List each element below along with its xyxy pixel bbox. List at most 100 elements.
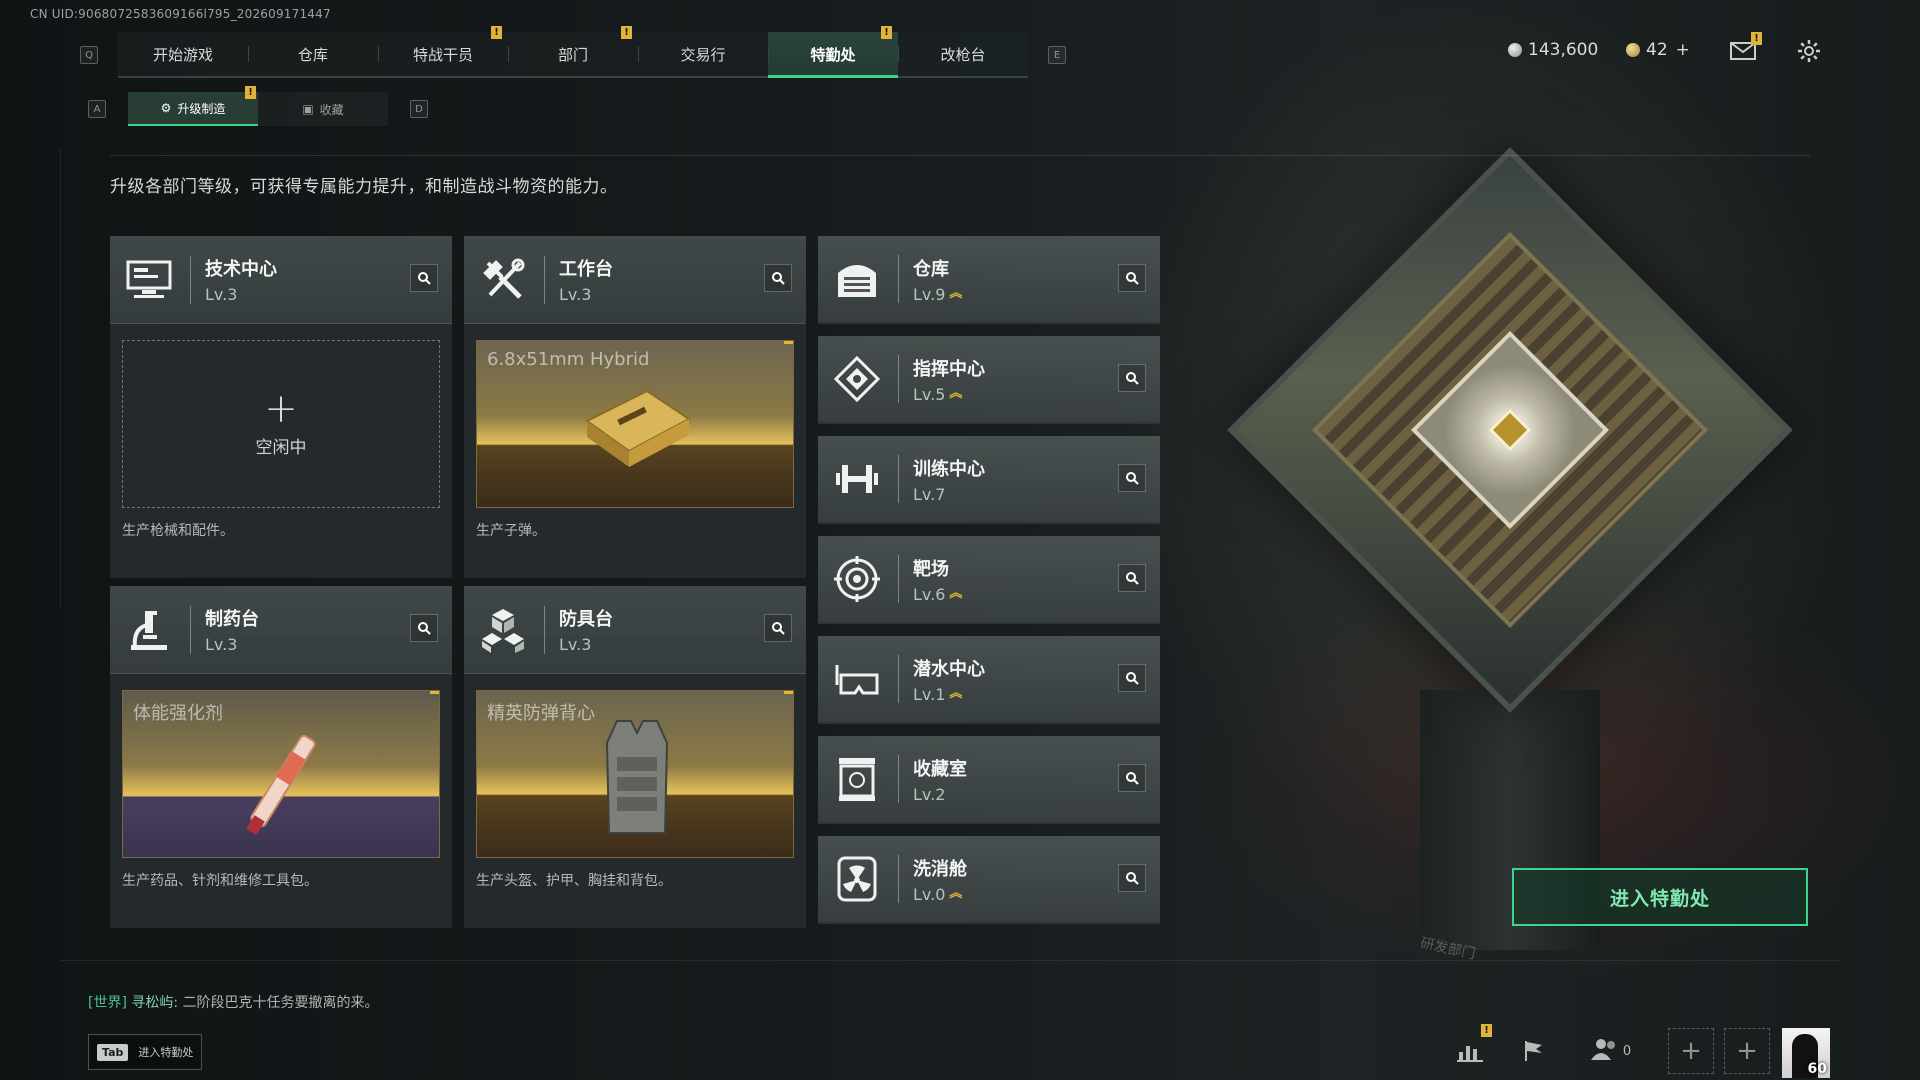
- facility-card-side-0[interactable]: 仓库 Lv.9 ︽: [818, 236, 1160, 324]
- friends-button[interactable]: 0: [1586, 1028, 1636, 1074]
- mail-alert-badge: !: [1751, 32, 1762, 45]
- player-avatar[interactable]: 60: [1782, 1028, 1830, 1078]
- upgrade-available-icon: ︽: [949, 886, 963, 901]
- idle-production-slot[interactable]: + 空闲中: [122, 340, 440, 508]
- facility-name: 制药台: [205, 609, 259, 630]
- tab-6[interactable]: 改枪台: [898, 32, 1028, 76]
- friends-icon: [1590, 1038, 1619, 1064]
- search-icon[interactable]: [1118, 664, 1146, 692]
- search-icon[interactable]: [410, 264, 438, 292]
- chat-channel: [世界]: [88, 995, 127, 1011]
- search-icon[interactable]: [1118, 864, 1146, 892]
- facility-card-side-6[interactable]: 洗消舱 Lv.0 ︽: [818, 836, 1160, 924]
- subtab-upgrade-craft[interactable]: ⚙ 升级制造 !: [128, 86, 258, 126]
- stats-chart-icon[interactable]: !: [1452, 1024, 1492, 1074]
- tab-4[interactable]: 交易行: [638, 32, 768, 76]
- facility-note: 生产头盔、护甲、胸挂和背包。: [476, 873, 672, 889]
- silver-coin-icon: [1508, 43, 1522, 57]
- gold-coin-icon: [1626, 43, 1640, 57]
- enter-special-ops-button[interactable]: 进入特勤处: [1512, 868, 1808, 926]
- product-name: 精英防弹背心: [487, 703, 595, 724]
- warehouse-icon: [830, 252, 884, 306]
- facility-level: Lv.3: [205, 285, 238, 304]
- special-ops-cube-art: [1227, 147, 1793, 713]
- facility-card-side-4[interactable]: 潜水中心 Lv.1 ︽: [818, 636, 1160, 724]
- tab-label: 交易行: [680, 45, 726, 64]
- nav-right-key-hint[interactable]: E: [1048, 46, 1066, 64]
- facility-level: Lv.3: [205, 635, 238, 654]
- tab-hint-label: 进入特勤处: [138, 1046, 194, 1059]
- production-slot-armor[interactable]: 精英防弹背心 !: [476, 690, 794, 858]
- tab-2[interactable]: 特战干员!: [378, 26, 508, 76]
- tab-3[interactable]: 部门!: [508, 26, 638, 76]
- syringe-image: [246, 734, 316, 836]
- search-icon[interactable]: [1118, 564, 1146, 592]
- facility-card-side-5[interactable]: 收藏室 Lv.2: [818, 736, 1160, 824]
- vest-image: [605, 720, 669, 834]
- tab-0[interactable]: 开始游戏: [118, 32, 248, 76]
- search-icon[interactable]: [410, 614, 438, 642]
- tab-alert-badge: !: [491, 26, 502, 39]
- mail-icon[interactable]: !: [1730, 32, 1762, 64]
- facility-card-pharmacy[interactable]: 制药台 Lv.3 体能强化剂 ! 生产药品、针剂和维修工具包。: [110, 586, 452, 928]
- dumbbell-icon: [830, 452, 884, 506]
- facility-level: Lv.5: [913, 384, 946, 404]
- plus-icon: +: [1668, 1028, 1714, 1074]
- tab-label: 特勤处: [810, 45, 856, 64]
- facility-name: 训练中心: [913, 458, 985, 480]
- subnav-right-key-hint[interactable]: D: [410, 100, 428, 118]
- sub-navigation: A ⚙ 升级制造 ! ▣ 收藏 D: [88, 86, 428, 126]
- tab-1[interactable]: 仓库: [248, 32, 378, 76]
- facility-card-tech-center[interactable]: 技术中心 Lv.3 + 空闲中 生产枪械和配件。: [110, 236, 452, 578]
- chat-sender: 寻松屿:: [131, 995, 179, 1011]
- search-icon[interactable]: [1118, 464, 1146, 492]
- facility-note: 生产药品、针剂和维修工具包。: [122, 873, 318, 889]
- upgrade-available-icon: ︽: [949, 386, 963, 401]
- target-icon: [830, 552, 884, 606]
- flag-icon[interactable]: [1516, 1028, 1552, 1074]
- facility-card-workbench[interactable]: 工作台 Lv.3 6.8x51mm Hybrid ! 生产子弹。: [464, 236, 806, 578]
- facility-level: Lv.0: [913, 884, 946, 904]
- uid-label: CN UID:9068072583609166l795_202609171447: [30, 7, 331, 21]
- subtab-label: 升级制造: [177, 101, 226, 116]
- nav-left-key-hint[interactable]: Q: [80, 46, 98, 64]
- production-slot-ammo[interactable]: 6.8x51mm Hybrid !: [476, 340, 794, 508]
- facility-name: 工作台: [559, 259, 613, 280]
- tab-label: 特战干员: [412, 45, 473, 64]
- chat-message[interactable]: [世界] 寻松屿: 二阶段巴克十任务要撤离的来。: [88, 992, 379, 1012]
- silver-amount: 143,600: [1528, 40, 1599, 60]
- stats-alert-badge: !: [1481, 1024, 1492, 1037]
- upgrade-craft-icon: ⚙: [160, 101, 172, 115]
- production-slot-stim[interactable]: 体能强化剂 !: [122, 690, 440, 858]
- facility-name: 洗消舱: [913, 858, 967, 880]
- party-slot-2[interactable]: +: [1724, 1028, 1770, 1074]
- tab-5[interactable]: 特勤处!: [768, 26, 898, 78]
- facility-card-side-2[interactable]: 训练中心 Lv.7: [818, 436, 1160, 524]
- ammo-box-image: [585, 389, 691, 467]
- facility-note: 生产子弹。: [476, 523, 546, 539]
- search-icon[interactable]: [1118, 264, 1146, 292]
- avatar-level: 60: [1807, 1061, 1827, 1077]
- search-icon[interactable]: [764, 264, 792, 292]
- search-icon[interactable]: [764, 614, 792, 642]
- subtab-collection[interactable]: ▣ 收藏: [258, 92, 388, 126]
- monitor-icon: [122, 253, 176, 307]
- party-slot-1[interactable]: +: [1668, 1028, 1714, 1074]
- main-tabs: 开始游戏 仓库 特战干员! 部门! 交易行 特勤处! 改枪台: [118, 26, 1028, 78]
- add-gold-button[interactable]: +: [1676, 40, 1690, 60]
- search-icon[interactable]: [1118, 364, 1146, 392]
- settings-gear-icon[interactable]: [1796, 38, 1822, 64]
- plus-icon: +: [1724, 1028, 1770, 1074]
- facility-name: 技术中心: [205, 259, 277, 280]
- subnav-left-key-hint[interactable]: A: [88, 100, 106, 118]
- facility-level: Lv.3: [559, 285, 592, 304]
- tab-label: 部门: [557, 45, 588, 64]
- search-icon[interactable]: [1118, 764, 1146, 792]
- upgrade-available-icon: ︽: [949, 586, 963, 601]
- tab-key-hint[interactable]: Tab 进入特勤处: [88, 1034, 203, 1070]
- subtab-alert-badge: !: [245, 86, 256, 99]
- gold-currency[interactable]: 42 +: [1626, 40, 1690, 60]
- facility-card-side-1[interactable]: 指挥中心 Lv.5 ︽: [818, 336, 1160, 424]
- facility-card-armor-bench[interactable]: 防具台 Lv.3 精英防弹背心 ! 生产头盔、护甲、胸挂和背包。: [464, 586, 806, 928]
- facility-card-side-3[interactable]: 靶场 Lv.6 ︽: [818, 536, 1160, 624]
